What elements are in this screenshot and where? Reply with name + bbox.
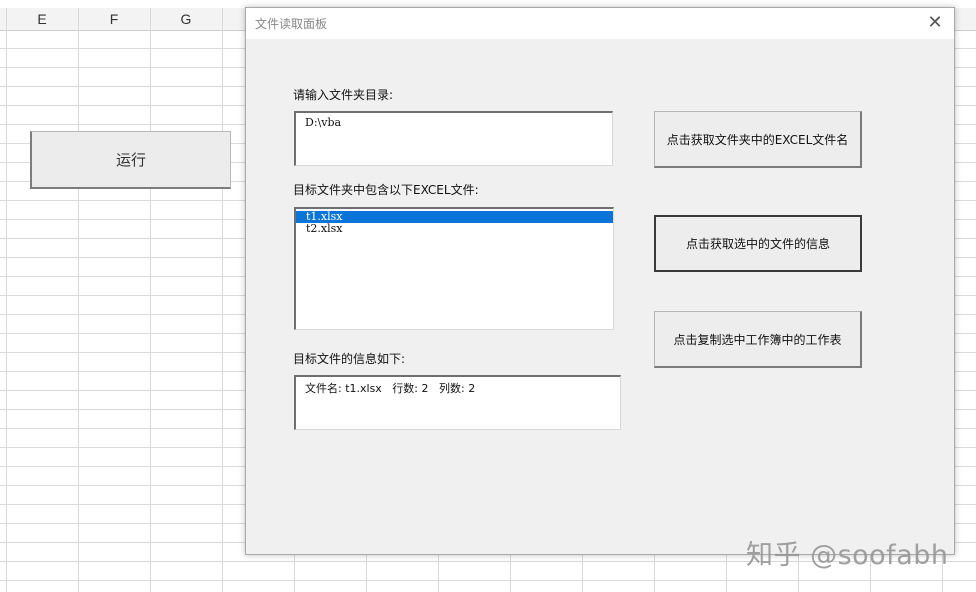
get-file-info-button[interactable]: 点击获取选中的文件的信息	[654, 215, 862, 272]
column-header-e[interactable]: E	[7, 9, 77, 29]
folder-input-value: D:\vba	[305, 116, 342, 129]
copy-worksheets-button[interactable]: 点击复制选中工作簿中的工作表	[654, 311, 862, 368]
info-textbox[interactable]: 文件名: t1.xlsx 行数: 2 列数: 2	[294, 375, 621, 430]
column-header-g[interactable]: G	[151, 9, 221, 29]
watermark-text: 知乎 @soofabh	[746, 540, 949, 571]
dialog-title: 文件读取面板	[255, 17, 328, 31]
dialog-titlebar[interactable]: 文件读取面板 ✕	[246, 8, 954, 39]
files-label: 目标文件夹中包含以下EXCEL文件:	[293, 183, 479, 197]
file-listbox[interactable]: t1.xlsx t2.xlsx	[294, 207, 614, 330]
info-label: 目标文件的信息如下:	[293, 352, 406, 366]
info-textbox-value: 文件名: t1.xlsx 行数: 2 列数: 2	[305, 382, 476, 395]
close-icon[interactable]: ✕	[924, 12, 946, 34]
list-item[interactable]: t2.xlsx	[296, 223, 613, 235]
get-excel-files-button[interactable]: 点击获取文件夹中的EXCEL文件名	[654, 111, 862, 168]
list-item[interactable]: t1.xlsx	[296, 211, 613, 223]
file-reader-dialog: 文件读取面板 ✕ 请输入文件夹目录: D:\vba 目标文件夹中包含以下EXCE…	[245, 7, 955, 555]
column-header-f[interactable]: F	[79, 9, 149, 29]
folder-label: 请输入文件夹目录:	[293, 88, 394, 102]
run-button[interactable]: 运行	[30, 131, 231, 189]
folder-input[interactable]: D:\vba	[294, 111, 613, 166]
